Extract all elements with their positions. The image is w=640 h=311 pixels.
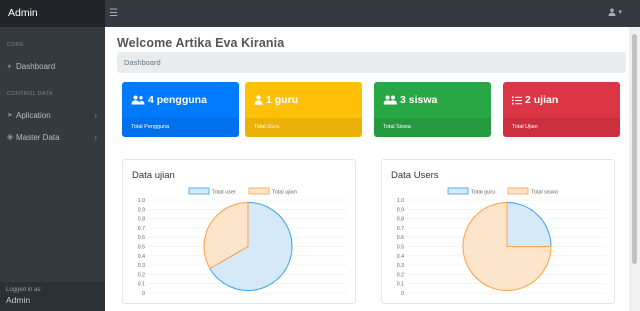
y-tick-label: 0.3 — [138, 263, 145, 269]
sidebar-item-label: Aplication — [16, 110, 51, 120]
students-icon — [383, 95, 397, 105]
y-tick-label: 0.2 — [397, 272, 404, 278]
sidebar-heading-core: CORE — [7, 42, 25, 48]
sidebar-item-master-data[interactable]: ◉ Master Data › — [0, 128, 105, 146]
dashboard-icon: ◕ — [7, 62, 12, 70]
stat-card-siswa[interactable]: 3 siswa Total Siswa — [374, 82, 491, 137]
chart-panel-ujian: Data ujian Total user Total ujian 1.0 0.9 0.… — [122, 159, 356, 304]
user-icon — [608, 8, 616, 16]
sidebar-item-dashboard[interactable]: ◕ Dashboard — [0, 57, 105, 75]
y-tick-label: 0.2 — [138, 272, 145, 278]
card-footer: Total Pengguna — [122, 118, 239, 137]
chevron-down-icon: ▾ — [618, 9, 622, 16]
legend-label: Total siswa — [531, 190, 559, 196]
sidebar-item-label: Master Data — [16, 132, 60, 142]
top-navbar: Admin ☰ ▾ — [0, 0, 640, 27]
y-tick-label: 0.6 — [138, 235, 145, 241]
list-icon — [512, 96, 522, 104]
y-tick-label: 0.9 — [397, 207, 404, 213]
chart-legend: Total user Total ujian — [188, 187, 297, 196]
y-tick-label: 0.5 — [138, 245, 145, 251]
y-tick-label: 1.0 — [138, 198, 145, 204]
teacher-icon — [254, 95, 263, 105]
scrollbar-thumb[interactable] — [632, 34, 637, 264]
sidebar-heading-control-data: CONTROL DATA — [7, 91, 53, 97]
stat-card-ujian[interactable]: 2 ujian Total Ujian — [503, 82, 620, 137]
y-tick-label: 0.4 — [397, 254, 404, 260]
legend-swatch — [188, 187, 210, 195]
y-tick-label: 0.4 — [138, 254, 145, 260]
stat-card-pengguna[interactable]: 4 pengguna Total Pengguna — [122, 82, 239, 137]
chart-panel-users: Data Users Total guru Total siswa 1.0 0.9 0.… — [381, 159, 615, 304]
legend-swatch — [447, 187, 469, 195]
navbar-brand[interactable]: Admin — [0, 0, 105, 27]
database-icon: ◉ — [7, 134, 14, 141]
sidebar-toggle-hamburger-icon[interactable]: ☰ — [109, 8, 118, 19]
y-tick-label: 0.7 — [397, 226, 404, 232]
y-tick-label: 0.6 — [397, 235, 404, 241]
y-tick-label: 1.0 — [397, 198, 404, 204]
sidebar-item-aplication[interactable]: ➤ Aplication › — [0, 106, 105, 124]
y-tick-label: 0.1 — [138, 282, 145, 288]
page-scrollbar[interactable] — [629, 27, 640, 311]
y-tick-label: 0.9 — [138, 207, 145, 213]
legend-label: Total ujian — [272, 190, 297, 196]
y-tick-label: 0.5 — [397, 245, 404, 251]
legend-label: Total user — [212, 190, 236, 196]
card-footer: Total Guru — [245, 118, 362, 137]
stat-card-guru[interactable]: 1 guru Total Guru — [245, 82, 362, 137]
y-tick-label: 0.1 — [397, 282, 404, 288]
logged-in-user: Admin — [6, 295, 31, 305]
paper-plane-icon: ➤ — [7, 112, 13, 119]
chevron-right-icon: › — [94, 110, 97, 120]
sidebar-item-label: Dashboard — [16, 61, 56, 71]
legend-swatch — [248, 187, 270, 195]
main-content: Welcome Artika Eva Kirania Dashboard 4 p… — [105, 27, 629, 311]
card-value: 3 siswa — [400, 94, 438, 106]
legend-label: Total guru — [471, 190, 495, 196]
y-tick-label: 0.8 — [397, 217, 404, 223]
users-icon — [131, 95, 145, 105]
y-tick-label: 0 — [401, 291, 404, 297]
sidebar-footer: Logged in as: Admin — [0, 282, 105, 311]
y-tick-label: 0.8 — [138, 217, 145, 223]
card-value: 4 pengguna — [148, 94, 207, 106]
y-tick-label: 0 — [142, 291, 145, 297]
chart-legend: Total guru Total siswa — [447, 187, 559, 196]
breadcrumb: Dashboard — [117, 52, 626, 73]
sidebar: CORE ◕ Dashboard CONTROL DATA ➤ Aplicati… — [0, 27, 105, 311]
card-footer: Total Ujian — [503, 118, 620, 137]
page-title: Welcome Artika Eva Kirania — [117, 36, 285, 50]
user-menu-dropdown[interactable]: ▾ — [608, 8, 622, 16]
legend-swatch — [507, 187, 529, 195]
pie-chart-ujian: Total user Total ujian 1.0 0.9 0.8 0.7 0.6 0.5 0… — [138, 187, 347, 297]
card-value: 1 guru — [266, 94, 299, 106]
y-tick-label: 0.7 — [138, 226, 145, 232]
chart-title: Data ujian — [132, 170, 175, 181]
chevron-right-icon: › — [94, 132, 97, 142]
chart-title: Data Users — [391, 170, 439, 181]
pie-chart-users: Total guru Total siswa 1.0 0.9 0.8 0.7 0.6 0.5 0… — [397, 187, 606, 297]
card-value: 2 ujian — [525, 94, 559, 106]
card-footer: Total Siswa — [374, 118, 491, 137]
y-tick-label: 0.3 — [397, 263, 404, 269]
logged-in-caption: Logged in as: — [6, 287, 43, 293]
